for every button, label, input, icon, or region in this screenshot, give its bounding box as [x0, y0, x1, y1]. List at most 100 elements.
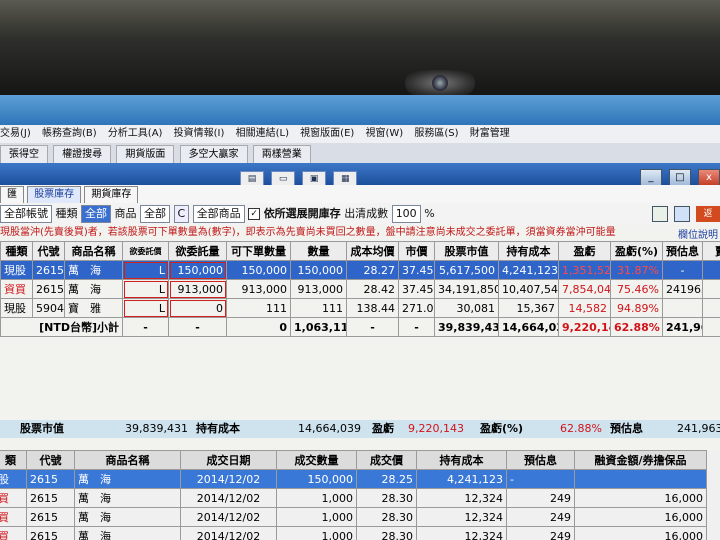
trades-panel: 類 代號 商品名稱 成交日期 成交數量 成交價 持有成本 預估息 融資金額/券擔…	[0, 450, 720, 540]
summary-bar: 股票市值 39,839,431 持有成本 14,664,039 盈虧 9,220…	[0, 420, 720, 438]
summary-cost-label: 持有成本	[196, 422, 240, 435]
cell-cost: 12,324	[416, 488, 507, 508]
cell-order-qty[interactable]: 0	[168, 298, 227, 318]
menu-item-wealth[interactable]: 財富管理	[470, 128, 510, 139]
cell-code: 2615	[26, 526, 75, 540]
col-code[interactable]: 代號	[32, 241, 65, 261]
col-dividend[interactable]: 預估息	[506, 450, 575, 470]
table-row[interactable]: 股 2615 萬 海 2014/12/02 150,000 28.25 4,24…	[0, 469, 707, 489]
col-name[interactable]: 商品名稱	[64, 241, 123, 261]
tab-futures-inventory[interactable]: 期貨庫存	[84, 186, 139, 203]
cell-avg: 28.42	[346, 279, 399, 299]
tab-stock-inventory[interactable]: 股票庫存	[27, 186, 82, 203]
product-select[interactable]: 全部	[140, 205, 170, 223]
menu-item-info[interactable]: 投資情報(I)	[174, 128, 225, 139]
cell-margin: 16,000	[574, 526, 707, 540]
cell-type: 買	[0, 488, 27, 508]
search-icon[interactable]	[674, 206, 690, 222]
cell-type: 買	[0, 507, 27, 527]
cell-price: 28.30	[356, 507, 417, 527]
cell-avail: 111	[226, 298, 291, 318]
col-value[interactable]: 股票市值	[434, 241, 499, 261]
subtotal-dash: -	[346, 317, 399, 337]
excel-icon[interactable]	[652, 206, 668, 222]
subtotal-empty	[702, 317, 720, 337]
table-row[interactable]: 現股 5904 寶 雅 L 0 111 111 138.44 271.00 30…	[0, 298, 720, 318]
menu-item-links[interactable]: 相關連結(L)	[236, 128, 289, 139]
col-market[interactable]: 市價	[398, 241, 435, 261]
col-qty[interactable]: 成交數量	[276, 450, 357, 470]
expand-checkbox[interactable]: ✓	[248, 208, 261, 220]
menu-item-window[interactable]: 視窗(W)	[365, 128, 403, 139]
col-cost[interactable]: 持有成本	[498, 241, 559, 261]
positions-header-row: 種類 代號 商品名稱 欲委託價 欲委託量 可下單數量 數量 成本均價 市價 股票…	[0, 241, 720, 261]
cell-price: 28.25	[356, 469, 417, 489]
col-unsold[interactable]: 賣未入	[702, 241, 720, 261]
cell-order-qty[interactable]: 150,000	[168, 260, 227, 280]
cell-order-qty[interactable]: 913,000	[168, 279, 227, 299]
cell-name: 寶 雅	[64, 298, 123, 318]
cell-name: 萬 海	[74, 526, 181, 540]
menu-item-layout[interactable]: 視窗版面(E)	[300, 128, 354, 139]
cell-code: 2615	[26, 488, 75, 508]
field-description-link[interactable]: 欄位說明	[678, 226, 718, 241]
col-order-price[interactable]: 欲委託價	[122, 241, 169, 261]
tab-layout-2[interactable]: 權證搜尋	[53, 145, 112, 163]
cell-qty: 1,000	[276, 526, 357, 540]
type-select[interactable]: 全部	[81, 205, 111, 223]
cell-cost: 12,324	[416, 526, 507, 540]
cell-date: 2014/12/02	[180, 526, 277, 540]
trades-table: 類 代號 商品名稱 成交日期 成交數量 成交價 持有成本 預估息 融資金額/券擔…	[0, 450, 707, 540]
menu-item-account[interactable]: 帳務查詢(B)	[42, 128, 97, 139]
col-qty[interactable]: 數量	[290, 241, 347, 261]
cell-qty: 150,000	[290, 260, 347, 280]
cell-code: 2615	[32, 260, 65, 280]
menu-item-analysis[interactable]: 分析工具(A)	[108, 128, 163, 139]
summary-pct: 62.88%	[560, 422, 602, 435]
cell-pl-pct: 31.87%	[610, 260, 663, 280]
return-button[interactable]: 返	[696, 206, 720, 222]
col-order-qty[interactable]: 欲委託量	[168, 241, 227, 261]
col-pl[interactable]: 盈虧	[558, 241, 611, 261]
tab-layout-5[interactable]: 兩樣營業	[252, 145, 311, 163]
col-avail[interactable]: 可下單數量	[226, 241, 291, 261]
table-row[interactable]: 現股 2615 萬 海 L 150,000 150,000 150,000 28…	[0, 260, 720, 280]
table-row[interactable]: 買 2615 萬 海 2014/12/02 1,000 28.30 12,324…	[0, 507, 707, 527]
tab-layout-1[interactable]: 張得空	[0, 145, 48, 163]
table-row[interactable]: 買 2615 萬 海 2014/12/02 1,000 28.30 12,324…	[0, 488, 707, 508]
col-date[interactable]: 成交日期	[180, 450, 277, 470]
all-products-button[interactable]: 全部商品	[192, 205, 245, 223]
cell-avg: 138.44	[346, 298, 399, 318]
cell-order-price[interactable]: L	[122, 279, 169, 299]
table-row[interactable]: 資買 2615 萬 海 L 913,000 913,000 913,000 28…	[0, 279, 720, 299]
col-code[interactable]: 代號	[26, 450, 75, 470]
table-row[interactable]: 買 2615 萬 海 2014/12/02 1,000 28.30 12,324…	[0, 526, 707, 540]
cell-pl: 14,582	[558, 298, 611, 318]
cell-market: 37.45	[398, 260, 435, 280]
tab-layout-3[interactable]: 期貨版面	[116, 145, 175, 163]
menu-item-trade[interactable]: 交易(J)	[0, 128, 31, 139]
col-dividend[interactable]: 預估息	[662, 241, 703, 261]
cell-cost: 15,367	[498, 298, 559, 318]
tab-layout-4[interactable]: 多空大贏家	[179, 145, 248, 163]
subtotal-pl-pct: 62.88%	[610, 317, 663, 337]
clear-qty-select[interactable]: 100	[391, 205, 421, 223]
tab-remit[interactable]: 匯	[0, 186, 24, 203]
col-avg[interactable]: 成本均價	[346, 241, 399, 261]
col-margin[interactable]: 融資金額/券擔保品	[574, 450, 707, 470]
col-name[interactable]: 商品名稱	[74, 450, 181, 470]
col-pl-pct[interactable]: 盈虧(%)	[610, 241, 663, 261]
cell-order-price[interactable]: L	[122, 298, 169, 318]
col-cost[interactable]: 持有成本	[416, 450, 507, 470]
cell-margin	[574, 469, 707, 489]
col-type[interactable]: 類	[0, 450, 27, 470]
subtotal-label: [NTD台幣]小計	[0, 317, 123, 337]
cell-unsold	[702, 298, 720, 318]
menu-item-service[interactable]: 服務區(S)	[414, 128, 458, 139]
cell-qty: 1,000	[276, 507, 357, 527]
col-price[interactable]: 成交價	[356, 450, 417, 470]
c-button[interactable]: C	[173, 205, 190, 223]
cell-order-price[interactable]: L	[122, 260, 169, 280]
col-type[interactable]: 種類	[0, 241, 33, 261]
account-select[interactable]: 全部帳號	[0, 205, 52, 223]
